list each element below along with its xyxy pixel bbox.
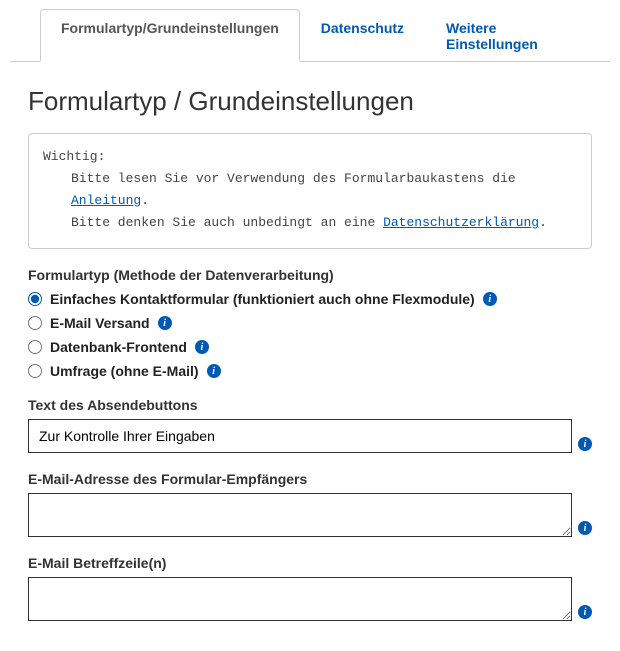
notice-line-1: Bitte lesen Sie vor Verwendung des Formu… — [43, 168, 577, 212]
field-recipient-email: E-Mail-Adresse des Formular-Empfängers — [28, 471, 592, 537]
notice-line2-post: . — [539, 215, 547, 230]
notice-line-2: Bitte denken Sie auch unbedingt an eine … — [43, 212, 577, 234]
label-subject-lines: E-Mail Betreffzeile(n) — [28, 555, 592, 571]
field-subject-lines: E-Mail Betreffzeile(n) — [28, 555, 592, 621]
input-submit-text[interactable] — [28, 419, 572, 453]
tab-weitere[interactable]: Weitere Einstellungen — [425, 9, 610, 62]
radio-umfrage[interactable] — [28, 364, 42, 378]
formtype-legend: Formulartyp (Methode der Datenverarbeitu… — [28, 267, 592, 283]
radio-row-datenbank: Datenbank-Frontend — [28, 339, 592, 355]
notice-link-datenschutz[interactable]: Datenschutzerklärung — [383, 215, 539, 230]
notice-line1-post: . — [141, 193, 149, 208]
textarea-subject-lines[interactable] — [28, 577, 572, 621]
notice-line2-text: Bitte denken Sie auch unbedingt an eine — [71, 215, 383, 230]
info-icon[interactable] — [578, 605, 592, 619]
field-submit-text: Text des Absendebuttons — [28, 397, 592, 453]
notice-box: Wichtig: Bitte lesen Sie vor Verwendung … — [28, 133, 592, 249]
panel-formulartyp: Formulartyp / Grundeinstellungen Wichtig… — [10, 62, 610, 641]
label-recipient-email: E-Mail-Adresse des Formular-Empfängers — [28, 471, 592, 487]
tab-formulartyp[interactable]: Formulartyp/Grundeinstellungen — [40, 9, 300, 62]
radio-datenbank[interactable] — [28, 340, 42, 354]
radio-label-umfrage[interactable]: Umfrage (ohne E-Mail) — [50, 363, 199, 379]
textarea-recipient-email[interactable] — [28, 493, 572, 537]
radio-label-datenbank[interactable]: Datenbank-Frontend — [50, 339, 187, 355]
info-icon[interactable] — [578, 521, 592, 535]
info-icon[interactable] — [207, 364, 221, 378]
radio-kontaktformular[interactable] — [28, 292, 42, 306]
radio-label-email[interactable]: E-Mail Versand — [50, 315, 150, 331]
notice-link-anleitung[interactable]: Anleitung — [71, 193, 141, 208]
radio-row-umfrage: Umfrage (ohne E-Mail) — [28, 363, 592, 379]
page-title: Formulartyp / Grundeinstellungen — [28, 86, 592, 117]
info-icon[interactable] — [158, 316, 172, 330]
radio-row-email: E-Mail Versand — [28, 315, 592, 331]
radio-email[interactable] — [28, 316, 42, 330]
info-icon[interactable] — [578, 437, 592, 451]
notice-line1-text: Bitte lesen Sie vor Verwendung des Formu… — [71, 171, 516, 186]
notice-label: Wichtig: — [43, 146, 577, 168]
radio-label-kontaktformular[interactable]: Einfaches Kontaktformular (funktioniert … — [50, 291, 475, 307]
tab-datenschutz[interactable]: Datenschutz — [300, 9, 425, 62]
info-icon[interactable] — [483, 292, 497, 306]
radio-row-kontaktformular: Einfaches Kontaktformular (funktioniert … — [28, 291, 592, 307]
info-icon[interactable] — [195, 340, 209, 354]
label-submit-text: Text des Absendebuttons — [28, 397, 592, 413]
tabs-bar: Formulartyp/Grundeinstellungen Datenschu… — [10, 8, 610, 62]
